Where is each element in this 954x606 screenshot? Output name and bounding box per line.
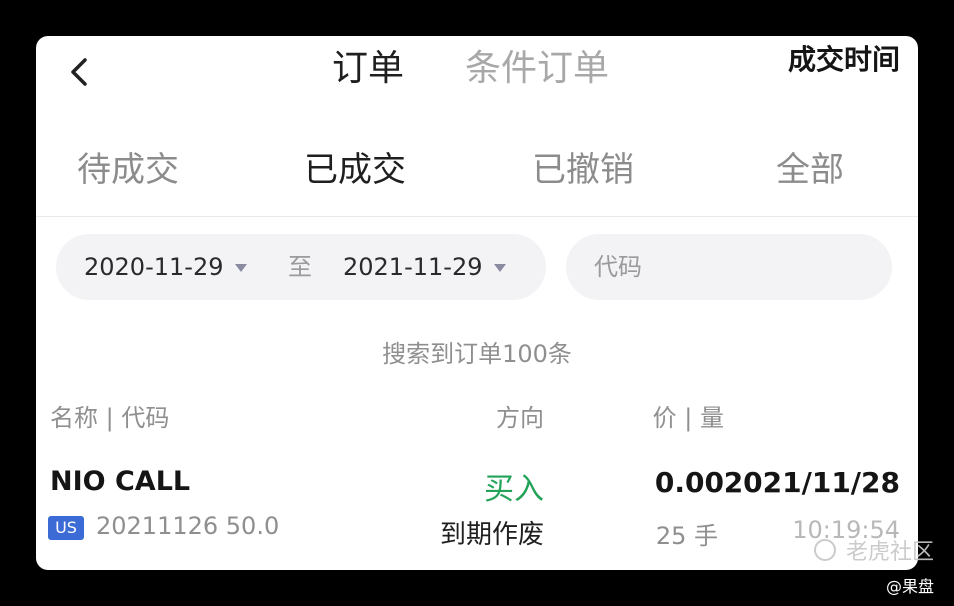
filter-filled[interactable]: 已成交 [304, 140, 406, 200]
order-row[interactable]: NIO CALL US 20211126 50.0 买入 到期作废 0.00 2… [36, 464, 918, 564]
code-search-input[interactable] [566, 234, 892, 300]
order-quantity: 25 手 [655, 522, 718, 550]
result-count: 搜索到订单100条 [382, 340, 572, 368]
orders-card: 订单 条件订单 待成交 已成交 已撤销 全部 2020-11-29 至 2021… [36, 36, 918, 570]
column-header-name-code: 名称 | 代码 [50, 404, 170, 432]
start-date-value: 2020-11-29 [84, 253, 224, 281]
filter-all[interactable]: 全部 [776, 140, 844, 200]
column-header-fill-time: 成交时间 [787, 43, 900, 76]
filter-pending[interactable]: 待成交 [77, 140, 179, 200]
date-range-separator: 至 [288, 253, 312, 281]
tab-orders[interactable]: 订单 [332, 44, 404, 94]
order-contract: 20211126 50.0 [96, 512, 280, 540]
column-header-direction: 方向 [496, 404, 544, 432]
caret-down-icon [235, 264, 248, 272]
order-direction: 买入 [484, 472, 544, 507]
status-filter-tabs: 待成交 已成交 已撤销 全部 [36, 140, 918, 200]
filter-cancelled[interactable]: 已撤销 [532, 140, 634, 200]
credit-text: @果盘 [885, 577, 934, 596]
end-date-select[interactable]: 2021-11-29 [343, 234, 507, 300]
market-badge: US [48, 516, 84, 540]
tab-conditional-orders[interactable]: 条件订单 [465, 44, 609, 94]
caret-down-icon [494, 264, 507, 272]
order-symbol: NIO CALL [50, 466, 191, 497]
order-price: 0.00 [654, 466, 724, 499]
order-status: 到期作废 [439, 520, 544, 550]
date-range-picker: 2020-11-29 至 2021-11-29 [56, 234, 546, 300]
start-date-select[interactable]: 2020-11-29 [84, 234, 248, 300]
watermark-text: 老虎社区 [845, 540, 934, 565]
column-header-price-qty: 价 | 量 [652, 404, 724, 432]
end-date-value: 2021-11-29 [343, 253, 483, 281]
top-tabs: 订单 条件订单 [36, 44, 918, 94]
tiger-logo-icon [813, 539, 836, 561]
watermark: 老虎社区 [813, 538, 934, 565]
divider [36, 216, 918, 217]
order-date: 2021/11/28 [723, 466, 900, 499]
